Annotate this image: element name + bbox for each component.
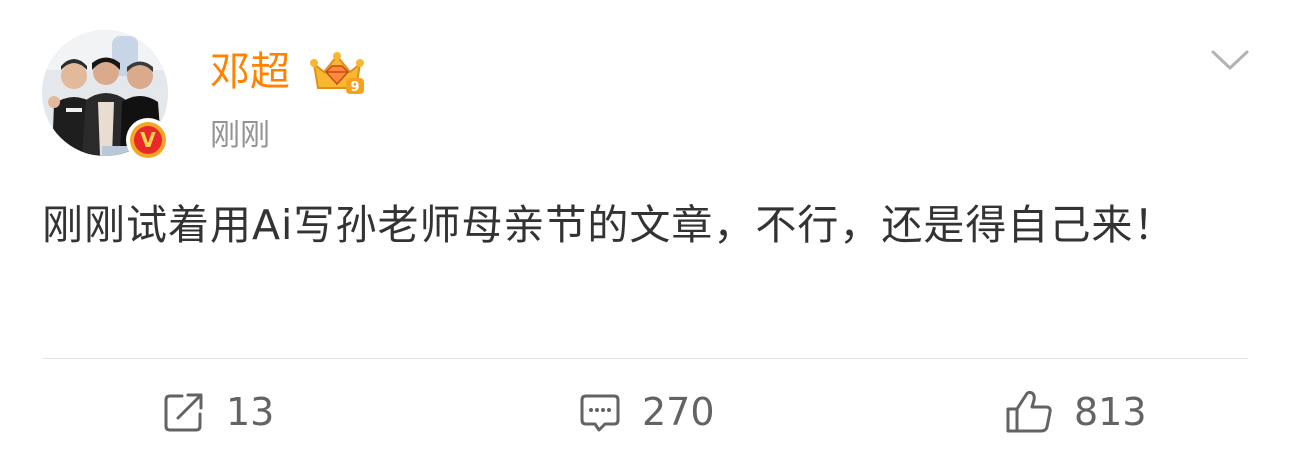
comment-button[interactable]: 270 <box>578 386 715 438</box>
vip-level: 9 <box>350 80 359 95</box>
post-text: 刚刚试着用Ai写孙老师母亲节的文章，不行，还是得自己来！ <box>42 201 1176 249</box>
divider <box>42 358 1248 359</box>
thumbs-up-icon <box>1006 390 1052 433</box>
crown-diamond-vip-icon[interactable]: 9 <box>308 50 366 96</box>
comment-icon <box>580 394 620 432</box>
like-count: 813 <box>1074 390 1147 434</box>
repost-count: 13 <box>226 390 275 434</box>
repost-icon <box>164 393 203 432</box>
like-button[interactable]: 813 <box>1004 386 1147 438</box>
username[interactable]: 邓超 <box>210 46 290 98</box>
comment-count: 270 <box>642 390 715 434</box>
verified-glyph: V <box>134 126 162 154</box>
post-timestamp: 刚刚 <box>210 118 270 153</box>
chevron-down-icon[interactable] <box>1208 44 1252 76</box>
verified-badge: V <box>126 118 170 162</box>
verified-v-icon: V <box>130 122 166 158</box>
repost-button[interactable]: 13 <box>162 386 274 438</box>
